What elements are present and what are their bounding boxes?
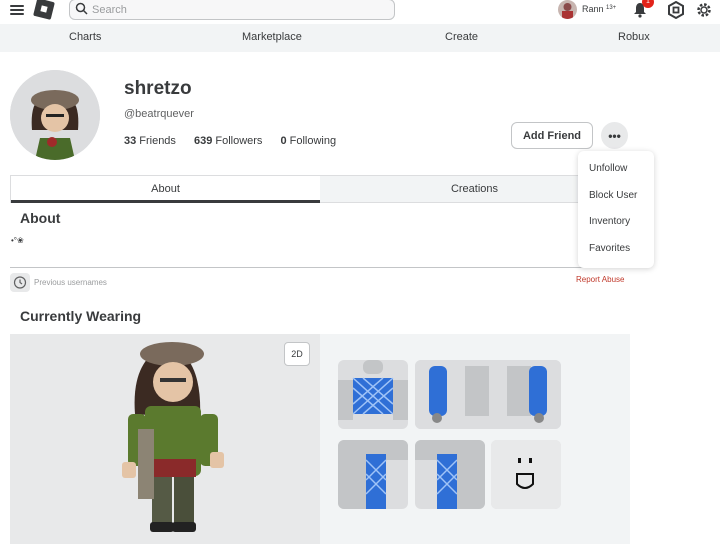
previous-usernames-link[interactable]: Previous usernames bbox=[34, 278, 107, 287]
roblox-logo[interactable] bbox=[33, 0, 55, 20]
menu-icon[interactable] bbox=[10, 3, 24, 17]
nav-create[interactable]: Create bbox=[445, 31, 478, 43]
worn-item-pants-side[interactable] bbox=[415, 440, 485, 509]
worn-item-face[interactable] bbox=[491, 440, 561, 509]
history-icon[interactable] bbox=[10, 273, 30, 292]
divider bbox=[10, 267, 630, 268]
toggle-2d-button[interactable]: 2D bbox=[284, 342, 310, 366]
more-options-menu: Unfollow Block User Inventory Favorites bbox=[578, 151, 654, 268]
bio-text: •°❀ bbox=[11, 236, 24, 245]
nav-robux[interactable]: Robux bbox=[618, 31, 650, 43]
robux-icon[interactable] bbox=[667, 1, 685, 19]
notification-badge: 1 bbox=[642, 0, 654, 8]
worn-items-grid bbox=[320, 334, 630, 544]
menu-item-inventory[interactable]: Inventory bbox=[589, 216, 630, 227]
following-stat[interactable]: 0 Following bbox=[281, 135, 337, 147]
worn-item-sleeves[interactable] bbox=[415, 360, 561, 429]
display-name: shretzo bbox=[124, 78, 192, 99]
friends-stat[interactable]: 33 Friends bbox=[124, 135, 176, 147]
menu-item-favorites[interactable]: Favorites bbox=[589, 243, 630, 254]
top-bar: Rann 13+ 1 bbox=[0, 0, 720, 24]
more-options-button[interactable]: ••• bbox=[601, 122, 628, 149]
search-icon bbox=[75, 2, 88, 15]
search-input[interactable] bbox=[92, 0, 388, 19]
menu-item-unfollow[interactable]: Unfollow bbox=[589, 163, 627, 174]
age-badge: 13+ bbox=[606, 5, 617, 11]
social-stats: 33 Friends 639 Followers 0 Following bbox=[124, 135, 351, 147]
gear-icon[interactable] bbox=[695, 1, 713, 19]
user-name[interactable]: Rann bbox=[582, 4, 604, 14]
sub-navigation: Charts Marketplace Create Robux bbox=[0, 24, 720, 51]
profile-avatar bbox=[10, 70, 100, 160]
nav-marketplace[interactable]: Marketplace bbox=[242, 31, 302, 43]
about-heading: About bbox=[20, 210, 61, 226]
tab-about[interactable]: About bbox=[11, 176, 320, 203]
worn-item-pants-front[interactable] bbox=[338, 440, 408, 509]
add-friend-button[interactable]: Add Friend bbox=[511, 122, 593, 149]
profile-page: shretzo @beatrquever 33 Friends 639 Follow… bbox=[0, 52, 720, 555]
user-avatar[interactable] bbox=[558, 0, 577, 19]
avatar-figure bbox=[122, 342, 224, 532]
nav-charts[interactable]: Charts bbox=[69, 31, 101, 43]
username-handle: @beatrquever bbox=[124, 108, 194, 120]
search-box[interactable] bbox=[69, 0, 395, 20]
currently-wearing-heading: Currently Wearing bbox=[20, 308, 142, 324]
report-abuse-link[interactable]: Report Abuse bbox=[576, 275, 624, 284]
profile-tabs: About Creations bbox=[10, 175, 630, 203]
followers-stat[interactable]: 639 Followers bbox=[194, 135, 262, 147]
menu-item-block-user[interactable]: Block User bbox=[589, 190, 637, 201]
worn-item-shirt-front[interactable] bbox=[338, 360, 408, 429]
avatar-3d-viewer[interactable]: 2D bbox=[10, 334, 320, 544]
